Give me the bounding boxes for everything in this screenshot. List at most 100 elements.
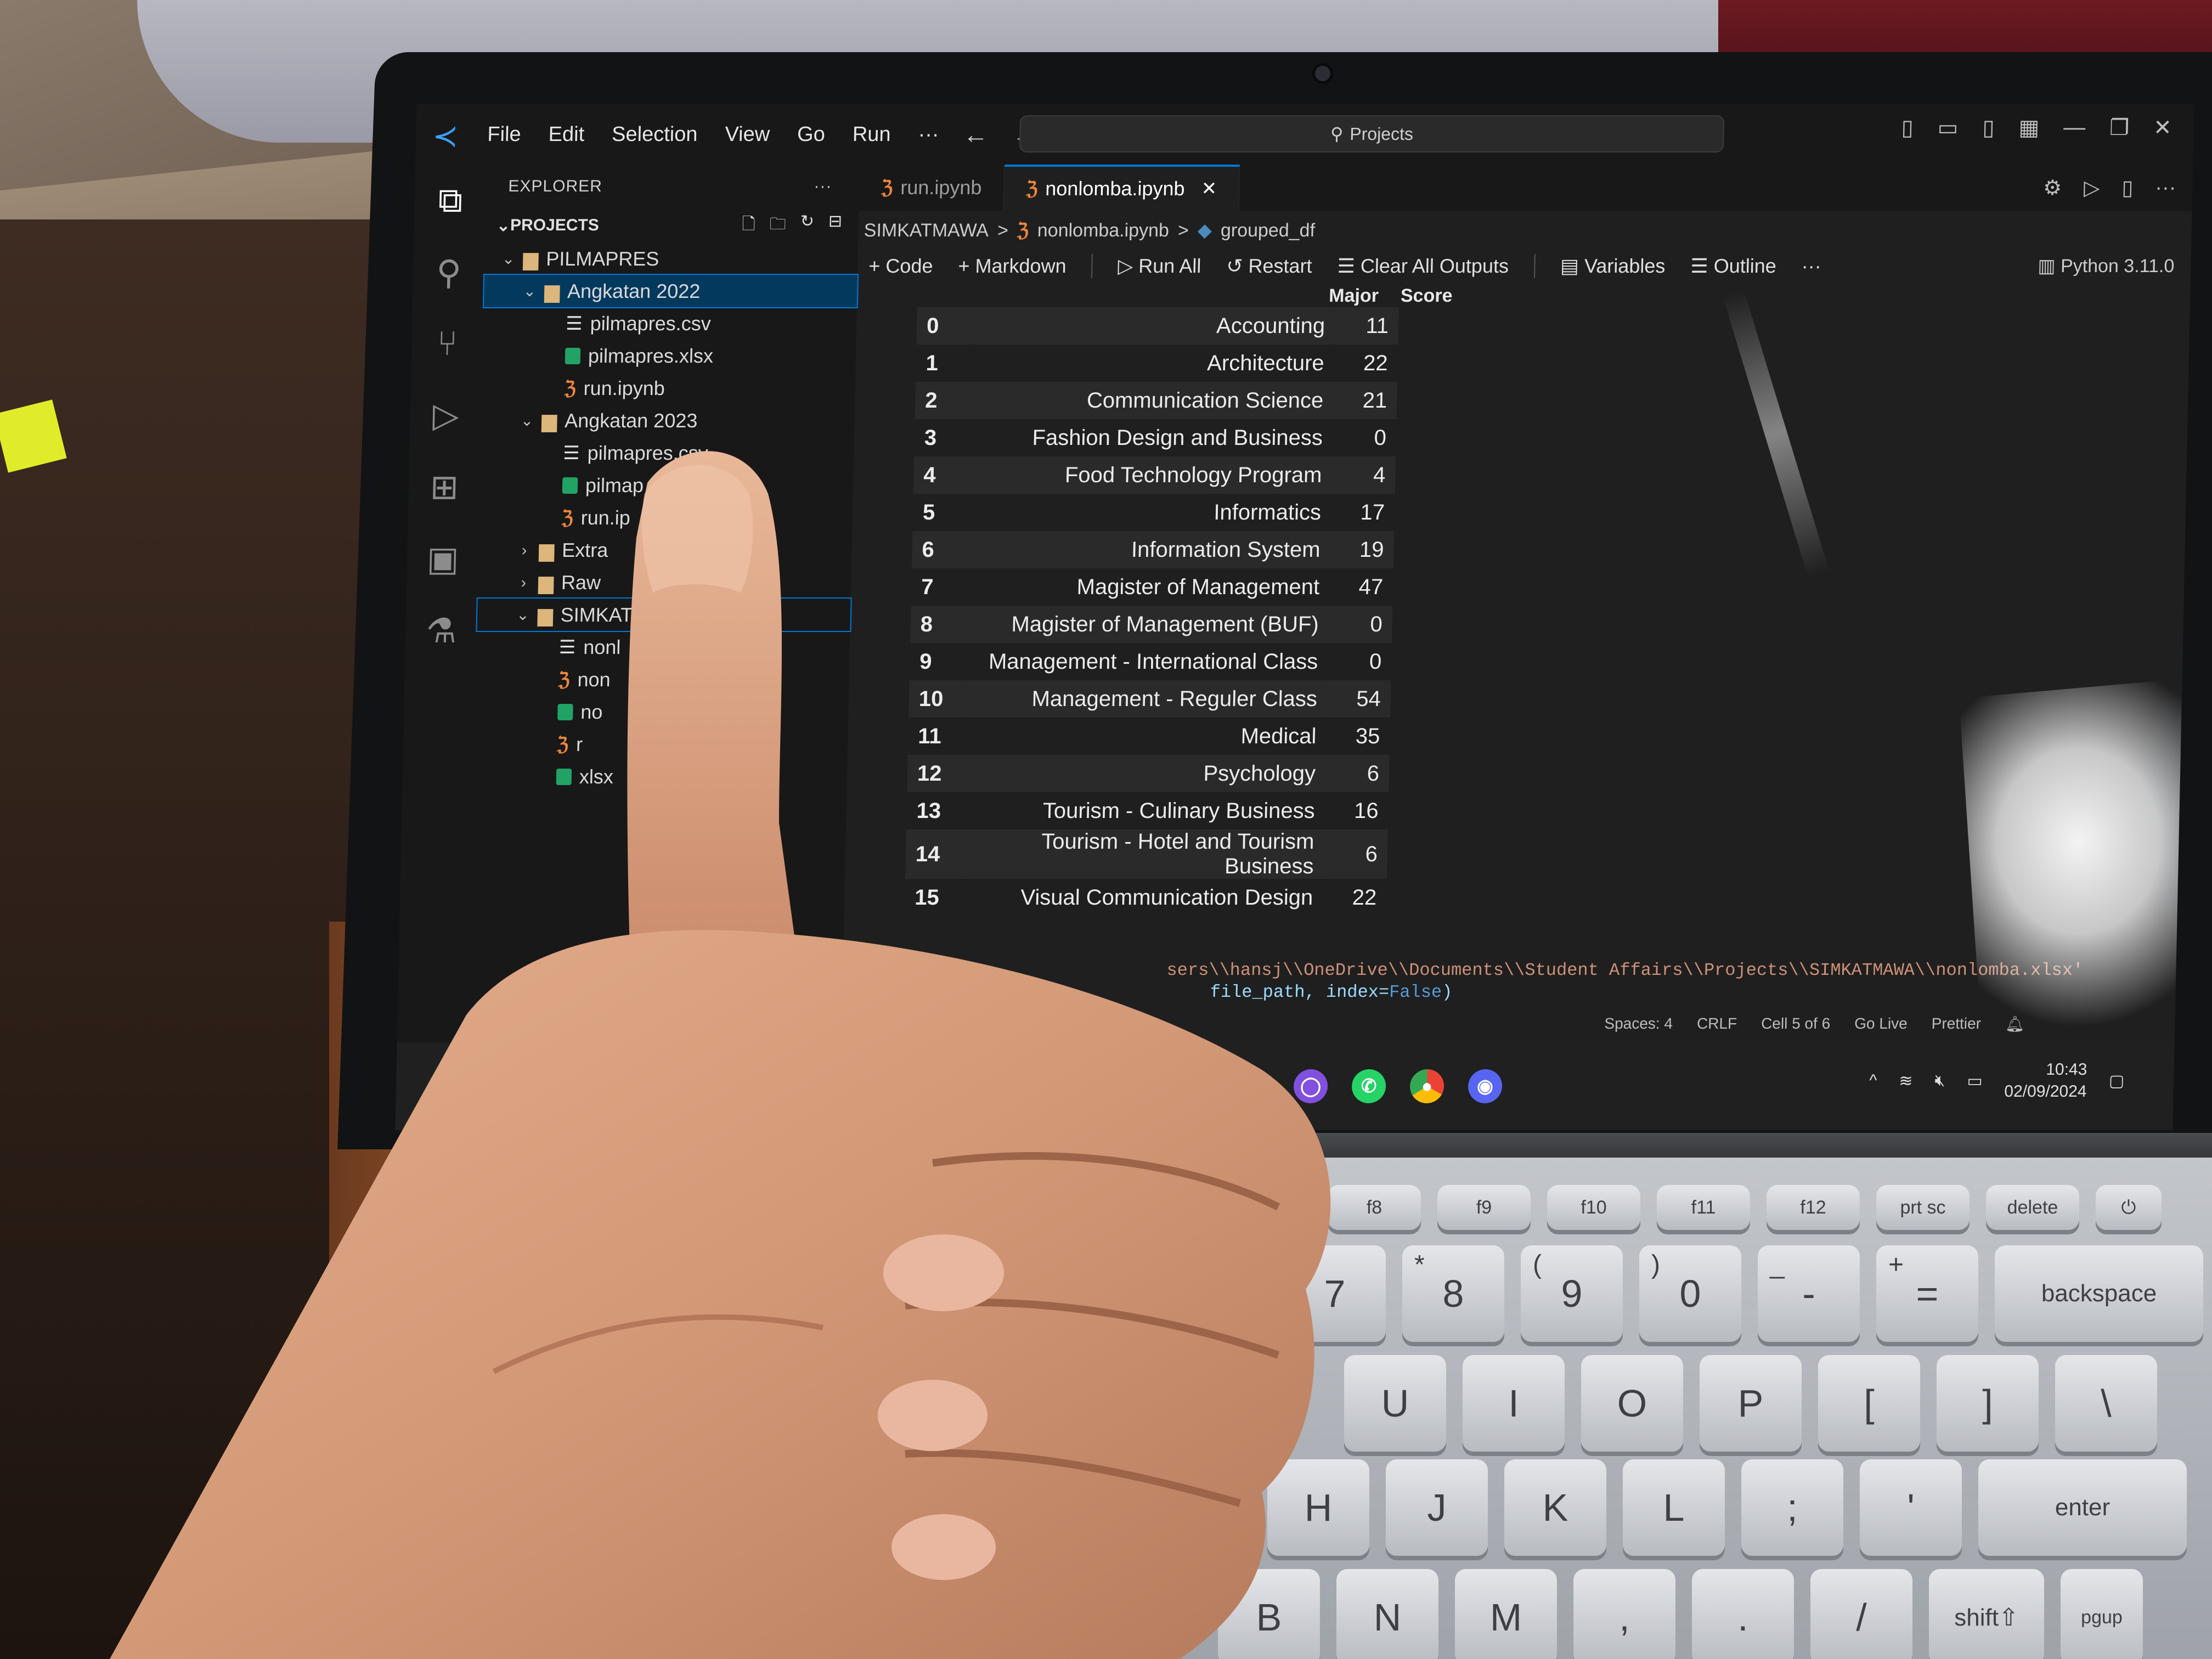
status-prettier[interactable]: Prettier [1931,1015,1981,1033]
tree-item[interactable]: no [475,696,849,728]
projects-section[interactable]: ⌄ PROJECTS 🗋 🗀 ↻ ⊟ [485,208,859,242]
status-spaces[interactable]: Spaces: 4 [1604,1015,1673,1033]
tree-item[interactable]: ⌄ ▆ Angkatan 2022 [482,274,859,308]
toggle-sidebar-icon[interactable]: ▯ [1901,115,1914,140]
key-h[interactable]: H [1267,1459,1369,1556]
key-b[interactable]: B [1218,1569,1320,1659]
wifi-icon[interactable]: ≋ [1899,1071,1913,1091]
refresh-icon[interactable]: ↻ [800,212,814,240]
key-comma[interactable]: , [1573,1569,1675,1659]
whatsapp-icon[interactable]: ✆ [1351,1069,1386,1103]
tree-item[interactable]: › ▆ Extra [478,534,852,566]
menu-selection[interactable]: Selection [612,123,698,146]
back-arrow-icon[interactable]: ← [963,120,989,149]
key-enter[interactable]: enter [1978,1459,2187,1556]
breadcrumb-symbol[interactable]: grouped_df [1221,220,1316,241]
variables-button[interactable]: ▤ Variables [1560,255,1666,278]
key-p[interactable]: P [1700,1355,1802,1452]
breadcrumb-folder[interactable]: SIMKATMAWA [864,220,989,241]
tab-run-ipynb[interactable]: ℨ run.ipynb [859,165,1005,211]
key-m[interactable]: M [1455,1569,1557,1659]
tree-item[interactable]: xlsx [473,760,847,793]
layout-icon[interactable]: ▦ [2018,115,2040,140]
add-code-button[interactable]: + Code [868,255,933,278]
key-8[interactable]: * 8 [1402,1245,1504,1342]
tree-item[interactable]: ☰ nonl [476,631,850,663]
key-backslash[interactable]: \ [2055,1355,2157,1452]
restart-button[interactable]: ↺ Restart [1226,255,1312,278]
breadcrumb-file[interactable]: nonlomba.ipynb [1037,220,1169,241]
key-i[interactable]: I [1463,1355,1565,1452]
key-delete[interactable]: delete [1986,1185,2079,1230]
key-9[interactable]: (9 [1521,1245,1623,1342]
command-search[interactable]: ⚲ Projects [1019,115,1725,153]
restore-icon[interactable]: ❐ [2109,115,2130,140]
key-prtsc[interactable]: prt sc [1876,1185,1970,1230]
search-view-icon[interactable]: ⚲ [426,252,471,292]
key-f8[interactable]: f8 [1328,1185,1421,1230]
key-minus[interactable]: _ - [1758,1245,1860,1342]
tree-item[interactable]: ⌄ ▆ Angkatan 2023 [481,404,855,437]
new-folder-icon[interactable]: 🗀 [769,212,786,240]
key-equals[interactable]: + = [1876,1245,1978,1342]
tree-item[interactable]: › ▆ Raw [478,566,851,599]
tree-item[interactable]: ⌄ ▆ PILMAPRES [484,242,858,275]
status-go-live[interactable]: Go Live [1854,1015,1908,1033]
toolbar-more[interactable]: ··· [1801,255,1821,278]
explorer-icon[interactable]: ⧉ [428,181,473,221]
close-tab-icon[interactable]: ✕ [1201,178,1217,200]
status-cell[interactable]: Cell 5 of 6 [1761,1015,1831,1033]
tab-nonlomba-ipynb[interactable]: ℨ nonlomba.ipynb ✕ [1003,165,1240,211]
key-u[interactable]: U [1344,1355,1446,1452]
status-eol[interactable]: CRLF [1697,1015,1737,1033]
tree-item[interactable]: ⌄ ▆ SIMKAT [476,597,852,632]
telegram-icon[interactable]: ➤ [1235,1069,1270,1103]
outline-button[interactable]: ☰ Outline [1690,255,1776,278]
collapse-all-icon[interactable]: ⊟ [828,212,843,240]
minimize-icon[interactable]: — [2063,115,2086,140]
toggle-panel-icon[interactable]: ▭ [1937,115,1959,140]
key-bracket-right[interactable]: ] [1937,1355,2039,1452]
key-backspace[interactable]: backspace [1995,1245,2203,1342]
discord-icon[interactable]: ◉ [1468,1069,1503,1103]
clear-outputs-button[interactable]: ☰ Clear All Outputs [1337,255,1509,278]
key-7[interactable]: 7 [1284,1245,1386,1342]
chevron-up-icon[interactable]: ^ [1869,1071,1877,1090]
kernel-picker[interactable]: ▥ Python 3.11.0 [2038,255,2175,277]
add-markdown-button[interactable]: + Markdown [958,255,1066,278]
key-f9[interactable]: f9 [1437,1185,1531,1230]
key-slash[interactable]: / [1810,1569,1912,1659]
github-desktop-icon[interactable]: ◯ [1293,1069,1328,1103]
menu-more[interactable]: ··· [918,123,939,146]
tree-item[interactable]: pilmapres.xlsx [482,340,856,372]
key-pgup[interactable]: pgup [2061,1569,2143,1659]
code-line-path[interactable]: sers\\hansj\\OneDrive\\Documents\\Studen… [1166,960,2083,980]
key-semicolon[interactable]: ; [1741,1459,1843,1556]
more-actions-icon[interactable]: ··· [2155,176,2176,200]
explorer-more-icon[interactable]: ··· [814,177,832,196]
remote-explorer-icon[interactable]: ▣ [420,539,465,579]
testing-flask-icon[interactable]: ⚗ [419,611,464,651]
key-shift[interactable]: shift⇧ [1929,1569,2044,1659]
menu-edit[interactable]: Edit [548,123,584,146]
toggle-secondary-sidebar-icon[interactable]: ▯ [1982,115,1995,140]
clock[interactable]: 10:43 02/09/2024 [2004,1059,2087,1103]
key-n[interactable]: N [1336,1569,1438,1659]
close-window-icon[interactable]: ✕ [2153,115,2172,140]
split-editor-icon[interactable]: ▯ [2121,176,2134,200]
run-debug-icon[interactable]: ▷ [424,395,469,435]
key-o[interactable]: O [1581,1355,1683,1452]
key-k[interactable]: K [1504,1459,1606,1556]
volume-muted-icon[interactable]: 🔇︎ [1934,1071,1945,1090]
menu-file[interactable]: File [487,123,521,146]
key-l[interactable]: L [1623,1459,1725,1556]
extensions-icon[interactable]: ⊞ [422,467,467,507]
code-line-save[interactable]: file_path, index=False) [1210,982,1452,1002]
tree-item[interactable]: ℨrun.ipynb [482,372,855,404]
key-j[interactable]: J [1386,1459,1488,1556]
menu-view[interactable]: View [725,123,770,146]
run-icon[interactable]: ▷ [2084,176,2100,200]
menu-go[interactable]: Go [797,123,826,146]
tree-item[interactable]: pilmap [479,469,853,501]
run-all-button[interactable]: ▷ Run All [1118,255,1201,278]
